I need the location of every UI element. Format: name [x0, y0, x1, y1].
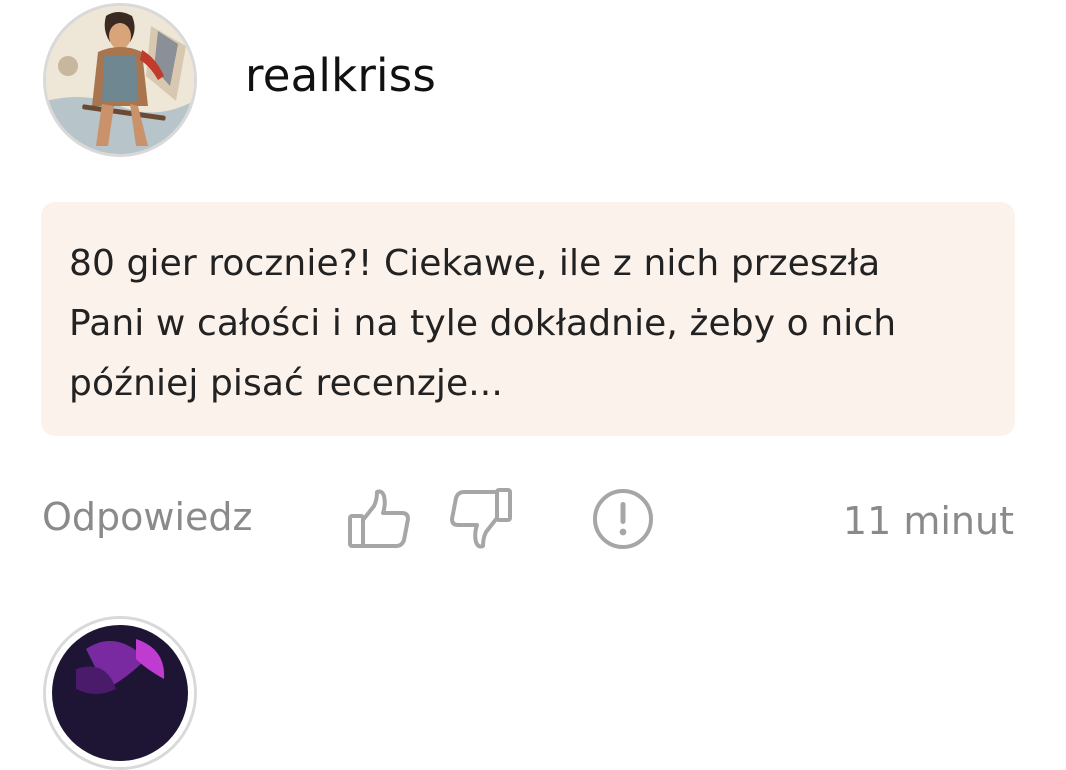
reply-button[interactable]: Odpowiedz	[42, 492, 252, 542]
comment-actions: Odpowiedz 11 minut	[0, 480, 1066, 560]
comment-timestamp: 11 minut	[842, 499, 1014, 543]
comment-text: 80 gier rocznie?! Ciekawe, ile z nich pr…	[69, 243, 897, 404]
user-avatar[interactable]	[43, 3, 197, 157]
thumbs-down-icon	[450, 488, 512, 549]
dislike-button[interactable]	[448, 486, 514, 552]
next-comment-avatar[interactable]	[43, 616, 197, 770]
avatar-illustration	[46, 6, 194, 154]
comment-bubble: 80 gier rocznie?! Ciekawe, ile z nich pr…	[41, 202, 1015, 436]
like-button[interactable]	[346, 486, 412, 552]
exclamation-circle-icon	[593, 489, 653, 549]
comment-item: realkriss 80 gier rocznie?! Ciekawe, ile…	[0, 0, 1066, 770]
report-button[interactable]	[590, 486, 656, 552]
username[interactable]: realkriss	[245, 46, 436, 106]
avatar-illustration	[46, 619, 194, 767]
thumbs-up-icon	[348, 489, 410, 548]
